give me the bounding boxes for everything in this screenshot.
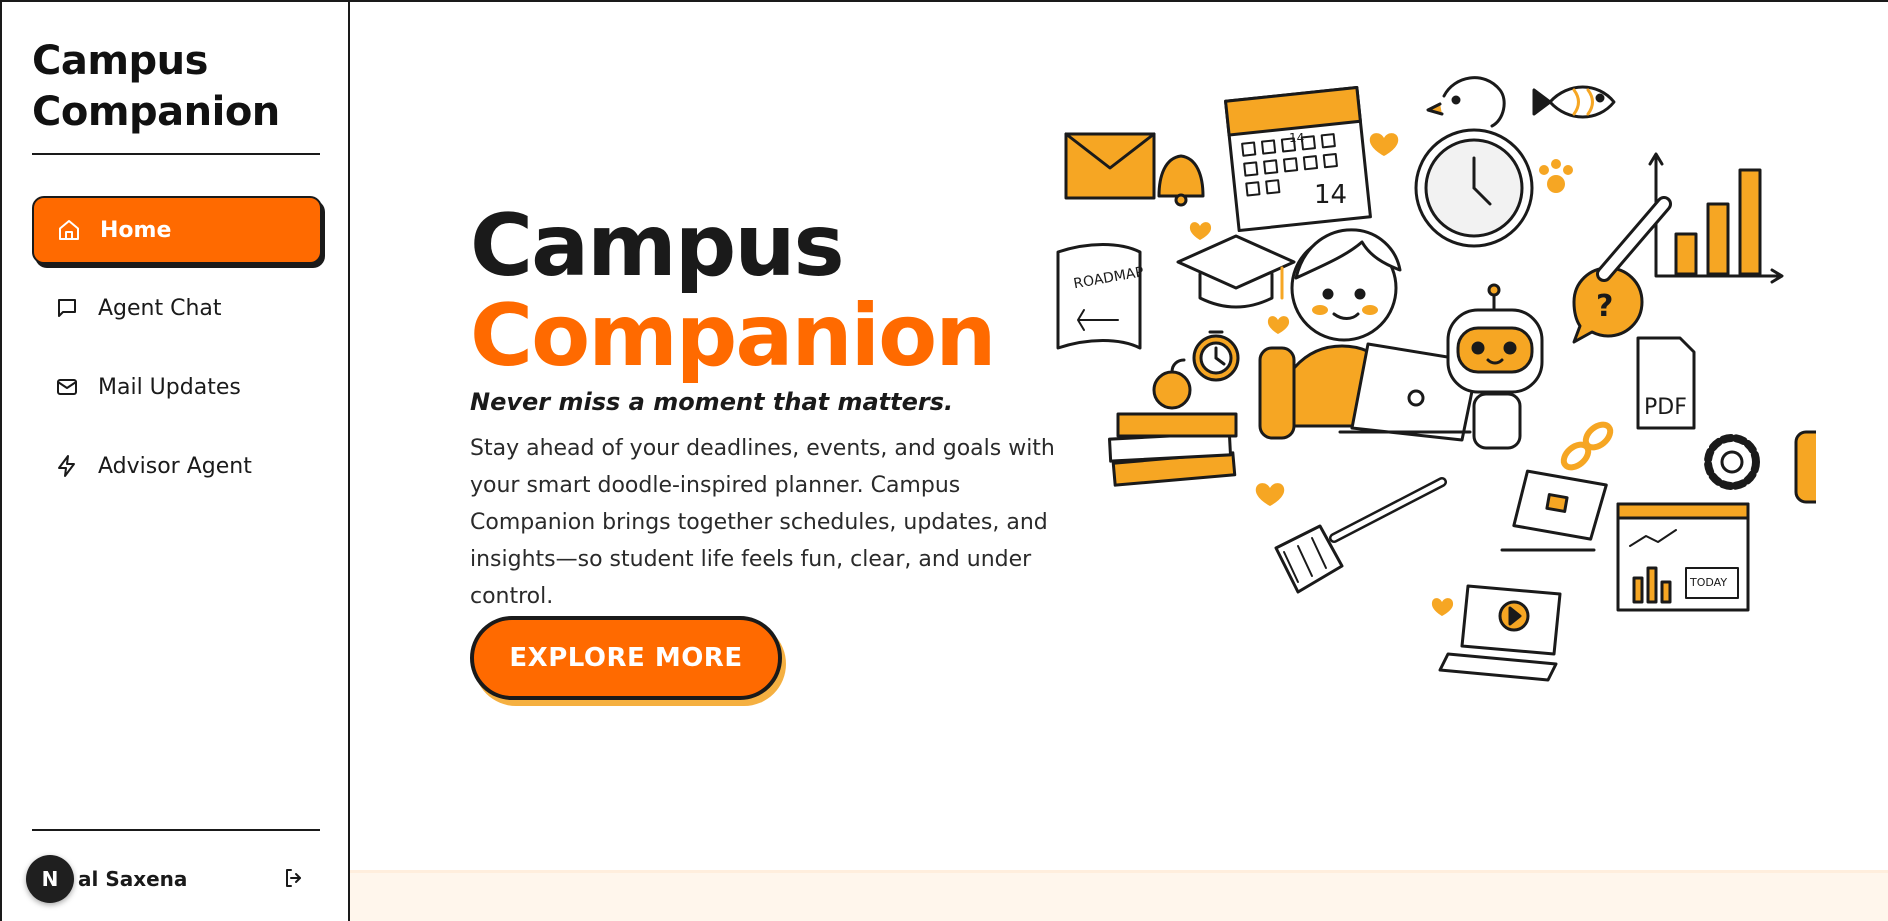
avatar-initial: N — [41, 867, 59, 891]
stopwatch-icon — [1192, 330, 1240, 382]
bell-icon — [1157, 154, 1205, 207]
cropped-shape — [1794, 430, 1816, 504]
calendar-icon: 14 14 — [1224, 85, 1372, 233]
user-name: al Saxena — [78, 867, 188, 891]
mail-icon — [54, 374, 80, 400]
sidebar-item-mail-updates[interactable]: Mail Updates — [32, 352, 322, 422]
pdf-icon: PDF — [1636, 336, 1696, 430]
avatar[interactable]: N — [26, 855, 74, 903]
paw-icon — [1539, 159, 1573, 193]
hero-description: Stay ahead of your deadlines, events, an… — [470, 436, 1055, 609]
today-label: TODAY — [1689, 576, 1727, 589]
calendar-day: 14 — [1314, 180, 1347, 210]
lightning-icon — [54, 453, 80, 479]
sidebar-nav: Home Agent Chat Mail Updates Advisor Age… — [32, 196, 322, 510]
hero-title-line-2: Companion — [470, 286, 996, 386]
sidebar-item-home[interactable]: Home — [32, 196, 322, 264]
logout-icon[interactable] — [282, 866, 308, 892]
main-content: Campus Companion Never miss a moment tha… — [350, 0, 1888, 921]
laptop-play-icon — [1438, 584, 1562, 682]
graduation-cap-icon — [1176, 234, 1296, 309]
sidebar-item-label: Home — [100, 217, 172, 243]
envelope-icon — [1064, 132, 1156, 200]
chain-link-icon — [1560, 421, 1614, 471]
gear-icon — [1704, 434, 1760, 490]
brand-line-1: Campus — [32, 38, 208, 84]
bottom-section-band — [350, 870, 1888, 921]
calendar-small: 14 — [1289, 131, 1304, 145]
home-icon — [56, 217, 82, 243]
dashboard-window-icon: TODAY — [1616, 502, 1750, 612]
sidebar: Campus Companion Home Agent Chat Mail Up… — [0, 0, 350, 921]
hero-tagline: Never miss a moment that matters. — [470, 388, 954, 416]
pdf-label: PDF — [1644, 395, 1687, 420]
brush-icon — [1274, 477, 1447, 594]
clock-icon — [1414, 76, 1534, 248]
laptop-lock-icon — [1500, 469, 1608, 552]
sidebar-item-label: Agent Chat — [98, 295, 222, 321]
bar-chart-icon — [1648, 152, 1784, 284]
user-profile: N al Saxena — [26, 854, 322, 904]
footer-divider — [32, 829, 320, 831]
brand-line-2: Companion — [32, 89, 280, 135]
chat-bubble-icon — [54, 295, 80, 321]
sidebar-item-agent-chat[interactable]: Agent Chat — [32, 273, 322, 343]
question-mark: ? — [1596, 289, 1613, 324]
roadmap-icon: ROADMAP — [1056, 243, 1145, 350]
sidebar-item-label: Mail Updates — [98, 374, 241, 400]
hero-title-line-1: Campus — [470, 196, 845, 296]
explore-more-button[interactable]: EXPLORE MORE — [470, 616, 782, 700]
sidebar-item-label: Advisor Agent — [98, 453, 252, 479]
brand-divider — [32, 153, 320, 155]
fish-icon — [1532, 85, 1616, 119]
sidebar-item-advisor-agent[interactable]: Advisor Agent — [32, 431, 322, 501]
hero-illustration: 14 14 ROADMAP ? PDF TODAY — [1056, 76, 1816, 682]
brand-title: Campus Companion — [32, 36, 320, 138]
